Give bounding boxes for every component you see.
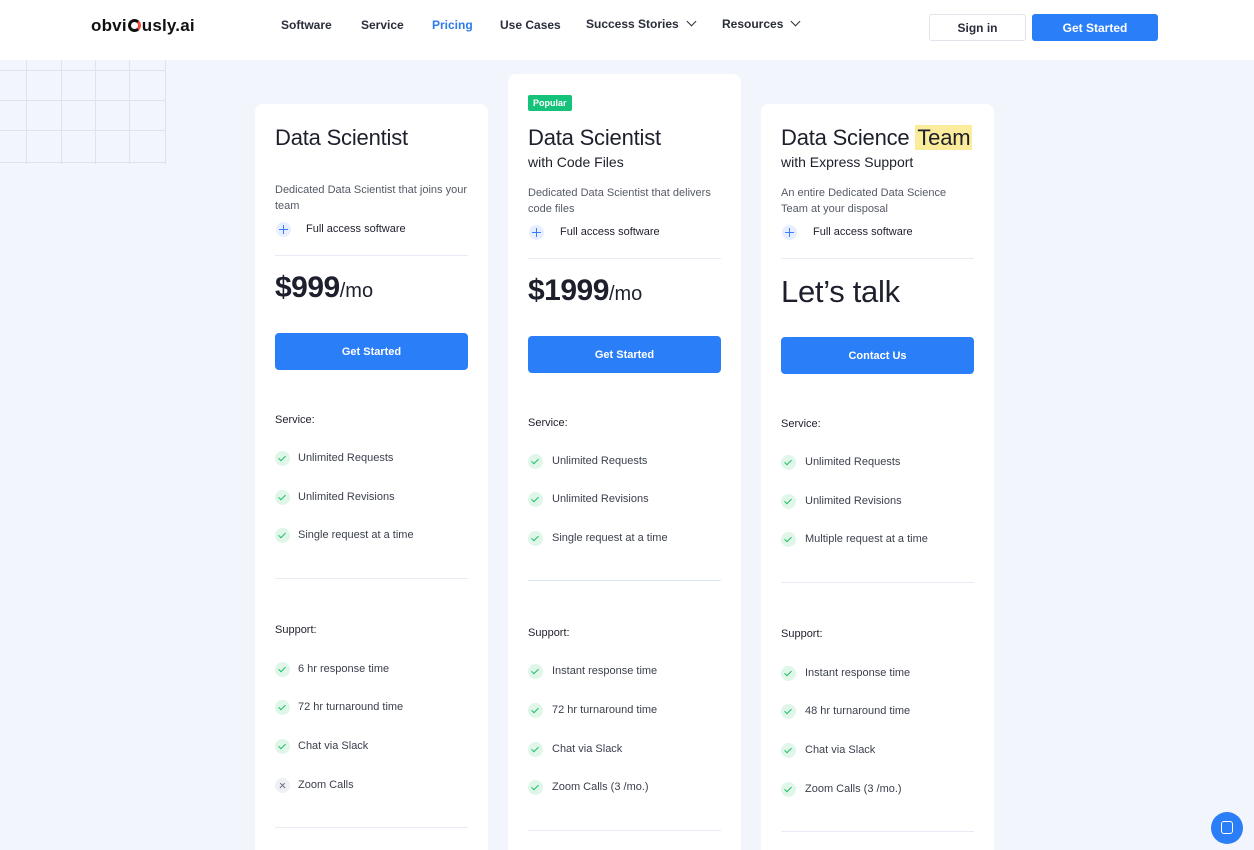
nav-item-success-stories[interactable]: Success Stories — [586, 16, 697, 31]
check-icon — [781, 666, 796, 681]
check-icon — [528, 703, 543, 718]
logo-o-icon — [127, 19, 141, 32]
chat-launcher-button[interactable] — [1211, 812, 1243, 844]
support-label: Support: — [275, 624, 317, 636]
check-icon — [528, 531, 543, 546]
nav-item-resources[interactable]: Resources — [722, 16, 801, 31]
check-icon — [275, 528, 290, 543]
plus-icon — [276, 222, 291, 237]
get-started-button[interactable]: Get Started — [275, 333, 468, 370]
check-icon — [528, 454, 543, 469]
get-started-button[interactable]: Get Started — [528, 336, 721, 373]
nav-item-service[interactable]: Service — [361, 18, 404, 32]
plan-price: $1999/mo — [528, 274, 643, 307]
contact-us-button[interactable]: Contact Us — [781, 337, 974, 374]
support-feature: 72 hr turnaround time — [298, 701, 404, 713]
title-highlight: Team — [915, 125, 973, 150]
plan-price-text: Let’s talk — [781, 274, 900, 309]
plan-description: An entire Dedicated Data Science Team at… — [781, 187, 947, 215]
plus-icon — [782, 225, 797, 240]
support-feature: Instant response time — [805, 667, 911, 679]
divider — [781, 582, 974, 583]
logo[interactable]: obvi usly.ai — [91, 16, 195, 36]
plan-card-data-scientist-code-files: Popular Data Scientist with Code Files D… — [508, 74, 741, 850]
plan-subtitle: with Express Support — [781, 154, 914, 170]
plan-title: Data Science Team — [781, 125, 973, 150]
support-feature: 48 hr turnaround time — [805, 705, 911, 717]
support-feature: Instant response time — [552, 665, 658, 677]
support-feature: 72 hr turnaround time — [552, 704, 658, 716]
plus-feature: Full access software — [560, 226, 660, 238]
check-icon — [275, 662, 290, 677]
support-feature: Zoom Calls (3 /mo.) — [805, 783, 902, 795]
sign-in-button[interactable]: Sign in — [929, 14, 1026, 41]
plan-card-data-science-team: Data Science Team with Express Support A… — [761, 104, 994, 850]
support-feature: Zoom Calls (3 /mo.) — [552, 781, 649, 793]
divider — [528, 580, 721, 581]
divider — [528, 258, 721, 259]
nav-item-pricing[interactable]: Pricing — [432, 18, 473, 32]
service-feature: Single request at a time — [298, 529, 414, 541]
plan-title: Data Scientist — [275, 125, 408, 150]
plan-price: $999/mo — [275, 271, 374, 304]
plus-feature: Full access software — [813, 226, 913, 238]
check-icon — [528, 780, 543, 795]
plus-icon — [529, 225, 544, 240]
check-icon — [528, 742, 543, 757]
popular-badge: Popular — [528, 95, 572, 111]
divider — [275, 827, 468, 828]
chevron-down-icon — [790, 16, 801, 27]
support-feature: 6 hr response time — [298, 663, 390, 675]
service-feature: Unlimited Revisions — [298, 491, 395, 503]
chevron-down-icon — [686, 16, 697, 27]
support-label: Support: — [528, 627, 570, 639]
service-feature: Unlimited Revisions — [552, 493, 649, 505]
support-feature: Zoom Calls — [298, 779, 354, 791]
service-feature: Unlimited Revisions — [805, 495, 902, 507]
divider — [781, 831, 974, 832]
plan-card-data-scientist: Data Scientist Dedicated Data Scientist … — [255, 104, 488, 850]
service-feature: Unlimited Requests — [805, 456, 901, 468]
divider — [275, 255, 468, 256]
service-feature: Unlimited Requests — [298, 452, 394, 464]
check-icon — [781, 494, 796, 509]
divider — [275, 578, 468, 579]
x-icon — [275, 778, 290, 793]
check-icon — [781, 743, 796, 758]
service-label: Service: — [781, 418, 821, 430]
divider — [781, 258, 974, 259]
service-feature: Single request at a time — [552, 532, 668, 544]
support-feature: Chat via Slack — [298, 740, 369, 752]
service-feature: Multiple request at a time — [805, 533, 928, 545]
plan-description: Dedicated Data Scientist that delivers c… — [528, 187, 711, 215]
check-icon — [781, 532, 796, 547]
check-icon — [781, 782, 796, 797]
check-icon — [275, 490, 290, 505]
check-icon — [275, 451, 290, 466]
plan-subtitle: with Code Files — [528, 154, 624, 170]
check-icon — [528, 492, 543, 507]
decorative-grid — [0, 60, 166, 164]
support-feature: Chat via Slack — [552, 743, 623, 755]
plan-description: Dedicated Data Scientist that joins your… — [275, 184, 467, 212]
nav-item-software[interactable]: Software — [281, 18, 332, 32]
get-started-nav-button[interactable]: Get Started — [1032, 14, 1158, 41]
check-icon — [781, 704, 796, 719]
top-navbar: obvi usly.ai Software Service Pricing Use… — [0, 0, 1254, 60]
support-feature: Chat via Slack — [805, 744, 876, 756]
chat-icon — [1221, 821, 1233, 834]
service-feature: Unlimited Requests — [552, 455, 648, 467]
plan-title: Data Scientist — [528, 125, 661, 150]
check-icon — [781, 455, 796, 470]
nav-item-use-cases[interactable]: Use Cases — [500, 18, 561, 32]
service-label: Service: — [528, 417, 568, 429]
divider — [528, 830, 721, 831]
check-icon — [275, 739, 290, 754]
check-icon — [528, 664, 543, 679]
service-label: Service: — [275, 414, 315, 426]
plus-feature: Full access software — [306, 223, 406, 235]
check-icon — [275, 700, 290, 715]
support-label: Support: — [781, 628, 823, 640]
